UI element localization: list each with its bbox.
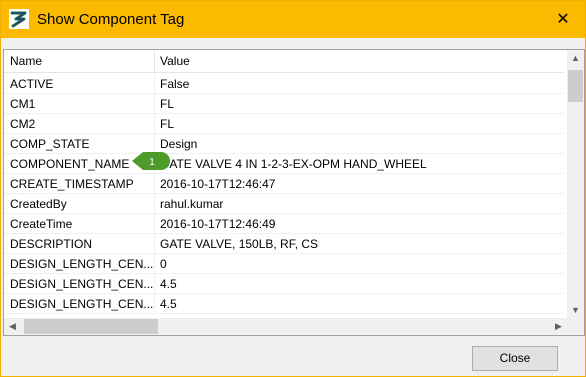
- grid-header: Name Value: [4, 50, 564, 73]
- annotation-badge: 1: [132, 152, 170, 170]
- column-header-value[interactable]: Value: [160, 50, 190, 73]
- scroll-corner: [567, 318, 584, 335]
- scroll-up-arrow-icon[interactable]: ▲: [567, 50, 584, 67]
- close-icon[interactable]: ✕: [541, 1, 585, 38]
- annotation-badge-label: 1: [149, 157, 155, 168]
- property-value-cell: 4.5: [160, 277, 177, 291]
- cell-divider: [154, 274, 155, 294]
- table-row[interactable]: COMPONENT_NAME GATE VALVE 4 IN 1-2-3-EX-O…: [4, 154, 564, 174]
- table-row[interactable]: DESCRIPTION GATE VALVE, 150LB, RF, CS: [4, 234, 564, 254]
- dialog-window: Show Component Tag ✕ Name Value ACTIVE Fa…: [0, 0, 586, 377]
- close-button[interactable]: Close: [472, 346, 558, 371]
- app-logo-icon: [9, 9, 29, 29]
- property-value-cell: 2016-10-17T12:46:49: [160, 217, 276, 231]
- property-name-cell: ACTIVE: [10, 77, 54, 91]
- scroll-right-arrow-icon[interactable]: ▶: [550, 318, 567, 335]
- table-row[interactable]: CM2 FL: [4, 114, 564, 134]
- property-value-cell: GATE VALVE, 150LB, RF, CS: [160, 237, 319, 251]
- table-row[interactable]: DESIGN_LENGTH_CEN... 0: [4, 254, 564, 274]
- column-divider[interactable]: [154, 50, 155, 73]
- table-row[interactable]: ACTIVE False: [4, 74, 564, 94]
- table-row[interactable]: DESIGN_LENGTH_CEN... 4.5: [4, 274, 564, 294]
- property-name-cell: DESIGN_LENGTH_CEN...: [10, 297, 153, 311]
- table-row[interactable]: COMP_STATE Design: [4, 134, 564, 154]
- property-value-cell: rahul.kumar: [160, 197, 224, 211]
- cell-divider: [154, 294, 155, 314]
- table-row[interactable]: CREATE_TIMESTAMP 2016-10-17T12:46:47: [4, 174, 564, 194]
- property-value-cell: FL: [160, 97, 175, 111]
- properties-grid[interactable]: Name Value ACTIVE False CM1 FL CM2 FL COMP_STA…: [3, 49, 585, 336]
- cell-divider: [154, 174, 155, 194]
- cell-divider: [154, 94, 155, 114]
- property-value-cell: Design: [160, 137, 198, 151]
- property-name-cell: CM1: [10, 97, 36, 111]
- window-title: Show Component Tag: [37, 11, 185, 28]
- property-name-cell: CM2: [10, 117, 36, 131]
- table-row[interactable]: CreatedBy rahul.kumar: [4, 194, 564, 214]
- cell-divider: [154, 114, 155, 134]
- property-name-cell: CreatedBy: [10, 197, 67, 211]
- property-name-cell: DESIGN_LENGTH_CEN...: [10, 257, 153, 271]
- cell-divider: [154, 194, 155, 214]
- property-value-cell: 2016-10-17T12:46:47: [160, 177, 276, 191]
- property-value-cell: FL: [160, 117, 175, 131]
- cell-divider: [154, 234, 155, 254]
- property-value-cell: 0: [160, 257, 167, 271]
- property-name-cell: CreateTime: [10, 217, 73, 231]
- cell-divider: [154, 74, 155, 94]
- column-header-name[interactable]: Name: [10, 50, 153, 73]
- property-value-cell: GATE VALVE 4 IN 1-2-3-EX-OPM HAND_WHEEL: [160, 157, 427, 171]
- property-name-cell: DESIGN_LENGTH_CEN...: [10, 277, 153, 291]
- title-bar[interactable]: Show Component Tag ✕: [1, 1, 585, 38]
- scroll-left-arrow-icon[interactable]: ◀: [4, 318, 21, 335]
- horizontal-scroll-thumb[interactable]: [24, 319, 158, 334]
- cell-divider: [154, 214, 155, 234]
- property-value-cell: 4.5: [160, 297, 177, 311]
- property-name-cell: CREATE_TIMESTAMP: [10, 177, 134, 191]
- property-name-cell: DESCRIPTION: [10, 237, 93, 251]
- table-row[interactable]: CreateTime 2016-10-17T12:46:49: [4, 214, 564, 234]
- vertical-scrollbar[interactable]: ▲ ▼: [567, 50, 584, 319]
- property-value-cell: False: [160, 77, 190, 91]
- table-row[interactable]: DESIGN_LENGTH_CEN... 4.5: [4, 294, 564, 314]
- cell-divider: [154, 254, 155, 274]
- vertical-scroll-thumb[interactable]: [568, 70, 583, 102]
- horizontal-scrollbar[interactable]: ◀ ▶: [4, 318, 567, 335]
- grid-rows: ACTIVE False CM1 FL CM2 FL COMP_STATE Design COM…: [4, 74, 564, 314]
- scroll-down-arrow-icon[interactable]: ▼: [567, 302, 584, 319]
- table-row[interactable]: CM1 FL: [4, 94, 564, 114]
